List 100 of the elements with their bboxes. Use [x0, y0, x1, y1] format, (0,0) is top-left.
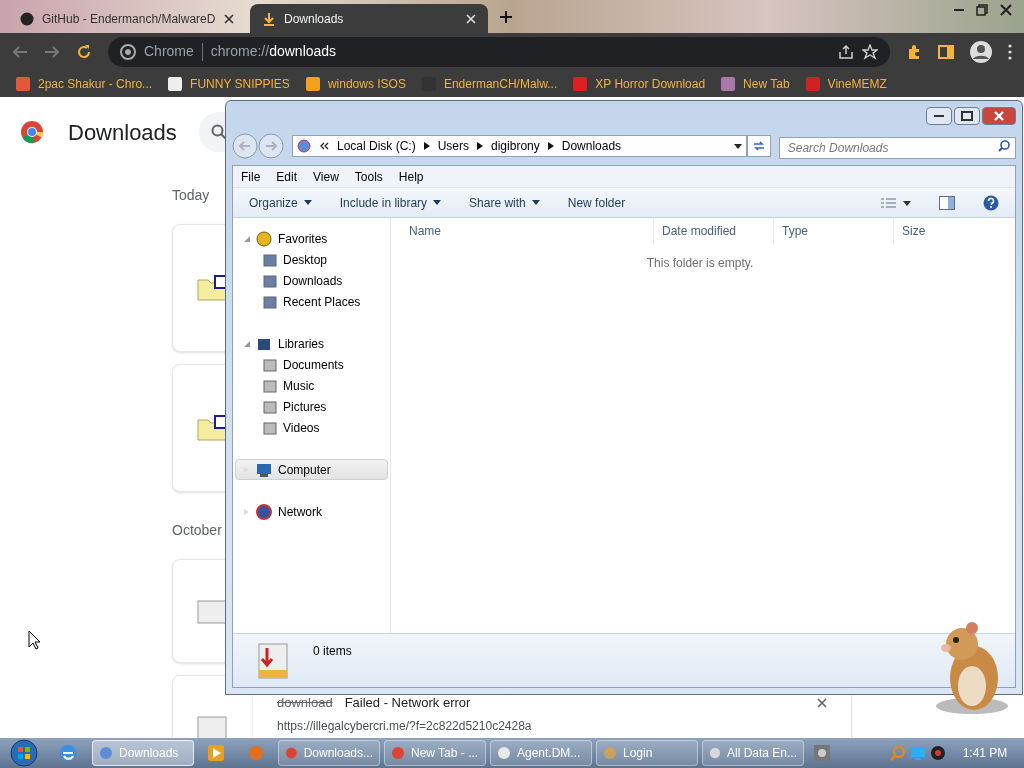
breadcrumb-item[interactable]: Local Disk (C:) — [337, 137, 416, 155]
menu-icon — [1008, 43, 1012, 60]
folder-item-icon — [263, 357, 277, 372]
empty-folder-message: This folder is empty. — [645, 255, 755, 272]
help-icon — [983, 194, 999, 211]
navigation-item[interactable]: Documents — [233, 354, 390, 375]
column-header[interactable]: Type — [773, 218, 893, 244]
navigation-item[interactable]: Videos — [233, 417, 390, 438]
caret-icon — [531, 200, 540, 205]
site-label: Chrome — [144, 42, 194, 61]
chevrons-icon — [319, 141, 329, 151]
bookmark[interactable]: EndermanCH/Malw... — [421, 74, 558, 93]
address-bar[interactable]: Chrome chrome://downloads — [108, 36, 890, 67]
menu-item[interactable]: Tools — [354, 167, 383, 186]
minimize-icon — [954, 9, 964, 11]
e-logo-icon — [59, 744, 77, 762]
menu-item[interactable]: Edit — [276, 167, 298, 186]
back-arrow-icon — [12, 43, 28, 60]
folder-item-icon — [263, 378, 277, 393]
download-url-link[interactable]: https://illegalcybercri.me/?f=2c822d5210c2428a — [277, 718, 532, 733]
navigation-item[interactable]: Computer — [235, 459, 388, 480]
refresh-button[interactable] — [746, 135, 771, 157]
bookmark[interactable]: FUNNY SNIPPIES — [168, 74, 290, 93]
bookmark[interactable]: XP Horror Download — [573, 74, 706, 93]
maximize-icon — [961, 111, 973, 121]
toolbar-button[interactable]: Organize — [249, 193, 312, 212]
download-icon — [262, 11, 276, 26]
url-text: chrome://downloads — [210, 42, 337, 61]
item-count: 0 items — [313, 643, 352, 660]
column-header[interactable]: Name — [391, 218, 653, 244]
menu-item[interactable]: Help — [398, 167, 424, 186]
close-button[interactable] — [982, 107, 1016, 125]
folder-item-icon — [263, 420, 277, 435]
menu-item[interactable]: View — [313, 167, 339, 186]
restore-icon — [976, 4, 988, 16]
browser-tab[interactable]: GitHub - Endermanch/MalwareD — [8, 4, 246, 33]
close-icon — [466, 13, 476, 24]
monitor-icon — [910, 745, 926, 761]
back-button-icon — [232, 133, 258, 159]
toolbar-button[interactable]: Share with — [469, 193, 540, 212]
chrome-logo-icon — [120, 43, 136, 60]
toolbar-button[interactable]: Include in library — [339, 193, 442, 212]
globe-icon — [256, 503, 272, 520]
star-icon — [862, 43, 878, 60]
triangle-right-icon — [547, 142, 554, 150]
toolbar-button[interactable]: New folder — [567, 193, 626, 212]
bookmark[interactable]: 2pac Shakur - Chro... — [16, 74, 153, 93]
monitor-icon — [256, 461, 272, 478]
puzzle-icon — [906, 43, 922, 60]
search-icon — [890, 745, 906, 761]
clock: 1:41 PM — [961, 745, 1009, 762]
preview-pane-icon — [939, 195, 955, 210]
search-icon — [210, 124, 227, 140]
address-bar[interactable]: Local Disk (C:) Users digibrony Downloads — [292, 135, 747, 157]
navigation-item[interactable]: Pictures — [233, 396, 390, 417]
maximize-button[interactable] — [954, 107, 980, 125]
breadcrumb-item[interactable]: digibrony — [491, 137, 540, 155]
date-heading: Today — [172, 186, 210, 205]
navigation-item[interactable]: Favorites — [235, 228, 388, 249]
chrome-logo-icon — [20, 120, 44, 144]
spacer-triangle-icon — [244, 508, 250, 515]
browser-tab[interactable]: Downloads — [250, 4, 488, 33]
caret-icon — [433, 200, 442, 205]
navigation-item[interactable]: Recent Places — [233, 291, 390, 312]
menu-item[interactable]: File — [241, 167, 261, 186]
app-icon — [497, 746, 511, 760]
navigation-item[interactable]: Downloads — [233, 270, 390, 291]
windows-orb-icon — [10, 739, 38, 767]
caret-icon — [733, 143, 742, 149]
bookmark-favicon-icon — [573, 76, 588, 91]
navigation-item[interactable]: Libraries — [235, 333, 388, 354]
search-field[interactable]: Search Downloads — [778, 137, 1016, 159]
breadcrumb-item[interactable]: Users — [437, 137, 470, 155]
bookmark-favicon-icon — [305, 76, 320, 91]
app-icon — [99, 746, 113, 760]
speaker-icon — [930, 745, 946, 761]
breadcrumb-item[interactable]: Downloads — [561, 137, 622, 155]
forward-button-icon — [258, 133, 284, 159]
app-icon — [285, 746, 298, 760]
share-icon — [838, 43, 854, 60]
navigation-item[interactable]: Music — [233, 375, 390, 396]
folder-item-icon — [263, 252, 277, 267]
reload-icon — [76, 43, 92, 60]
column-header[interactable]: Size — [893, 218, 973, 244]
bookmark[interactable]: windows ISOS — [305, 74, 406, 93]
minimize-icon — [934, 115, 944, 117]
app-icon — [603, 746, 617, 760]
bookmark[interactable]: New Tab — [721, 74, 790, 93]
column-header[interactable]: Date modified — [653, 218, 773, 244]
navigation-item[interactable]: Network — [235, 501, 388, 522]
minimize-button[interactable] — [926, 107, 952, 125]
bookmark-favicon-icon — [168, 76, 183, 91]
mouse-pointer-icon — [28, 630, 42, 650]
file-name: download — [277, 694, 333, 712]
view-options-icon — [881, 196, 911, 209]
folder-item-icon — [263, 399, 277, 414]
triangle-right-icon — [477, 142, 484, 150]
download-status: Failed - Network error — [344, 694, 472, 712]
bookmark[interactable]: VineMEMZ — [805, 74, 887, 93]
navigation-item[interactable]: Desktop — [233, 249, 390, 270]
